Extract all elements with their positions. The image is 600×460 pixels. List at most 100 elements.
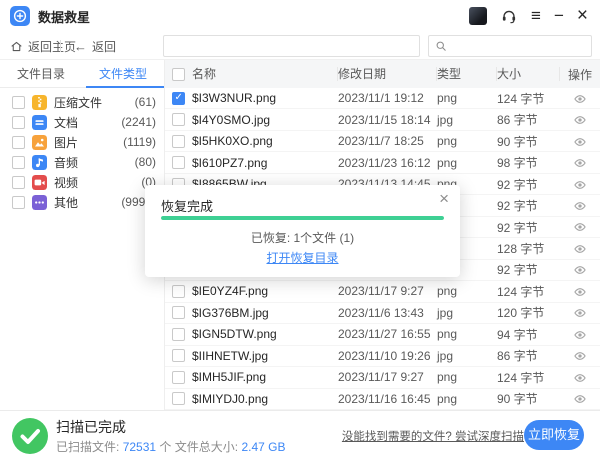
avatar[interactable] xyxy=(469,7,487,25)
preview-eye-icon[interactable] xyxy=(573,371,587,385)
category-checkbox[interactable] xyxy=(12,196,25,209)
table-row[interactable]: $IMH5JIF.png2023/11/17 9:27png124 字节 xyxy=(165,367,600,388)
category-checkbox[interactable] xyxy=(12,136,25,149)
home-button-label: 返回主页 xyxy=(28,38,76,55)
table-row[interactable]: $IG376BM.jpg2023/11/6 13:43jpg120 字节 xyxy=(165,303,600,324)
sidebar: 文件目录 文件类型 压缩文件(61)文档(2241)图片(1119)音频(80)… xyxy=(0,60,165,410)
sidebar-item[interactable]: 图片(1119) xyxy=(0,132,164,152)
preview-eye-icon[interactable] xyxy=(573,156,587,170)
video-icon xyxy=(32,175,47,190)
preview-eye-icon[interactable] xyxy=(573,92,587,106)
scan-summary: 已扫描文件: 72531 个 文件总大小: 2.47 GB xyxy=(56,438,285,455)
table-row[interactable]: $I610PZ7.png2023/11/23 16:12png98 字节 xyxy=(165,152,600,173)
header-date[interactable]: 修改日期 xyxy=(338,67,437,81)
preview-eye-icon[interactable] xyxy=(573,392,587,406)
category-checkbox[interactable] xyxy=(12,96,25,109)
category-checkbox[interactable] xyxy=(12,156,25,169)
row-checkbox[interactable] xyxy=(172,156,185,169)
home-button[interactable]: 返回主页 xyxy=(10,32,76,60)
row-checkbox[interactable] xyxy=(172,371,185,384)
recovery-progress-fill xyxy=(161,216,444,220)
row-checkbox[interactable] xyxy=(172,285,185,298)
dialog-close-icon[interactable]: × xyxy=(439,190,449,208)
file-date: 2023/11/17 9:27 xyxy=(338,284,437,298)
file-size: 120 字节 xyxy=(497,304,560,321)
preview-eye-icon[interactable] xyxy=(573,135,587,149)
preview-eye-icon[interactable] xyxy=(573,178,587,192)
select-all-checkbox[interactable] xyxy=(172,68,185,81)
preview-eye-icon[interactable] xyxy=(573,113,587,127)
row-checkbox[interactable] xyxy=(172,113,185,126)
category-checkbox[interactable] xyxy=(12,176,25,189)
headset-icon[interactable] xyxy=(500,7,518,25)
preview-eye-icon[interactable] xyxy=(573,328,587,342)
table-row[interactable]: $IMIYDJ0.png2023/11/16 16:45png90 字节 xyxy=(165,389,600,410)
sidebar-item[interactable]: 压缩文件(61) xyxy=(0,92,164,112)
preview-eye-icon[interactable] xyxy=(573,242,587,256)
back-button[interactable]: ← 返回 xyxy=(74,32,116,60)
close-icon[interactable]: × xyxy=(577,7,588,25)
table-row[interactable]: $IE0YZ4F.png2023/11/17 9:27png124 字节 xyxy=(165,281,600,302)
row-checkbox[interactable] xyxy=(172,135,185,148)
file-date: 2023/11/7 18:25 xyxy=(338,134,437,148)
back-arrow-icon: ← xyxy=(74,39,87,54)
header-size[interactable]: 大小 xyxy=(497,67,560,81)
file-size: 124 字节 xyxy=(497,283,560,300)
file-type: jpg xyxy=(437,306,497,320)
file-name: $IG376BM.jpg xyxy=(192,306,338,320)
category-count: (2241) xyxy=(121,115,156,129)
more-icon xyxy=(32,195,47,210)
path-input[interactable] xyxy=(163,35,420,57)
file-name: $IGN5DTW.png xyxy=(192,327,338,341)
tab-file-directory[interactable]: 文件目录 xyxy=(0,60,82,87)
file-date: 2023/11/16 16:45 xyxy=(338,392,437,406)
row-checkbox[interactable] xyxy=(172,349,185,362)
row-checkbox[interactable] xyxy=(172,306,185,319)
recover-now-button[interactable]: 立即恢复 xyxy=(524,420,584,450)
preview-eye-icon[interactable] xyxy=(573,306,587,320)
recovery-complete-dialog: 恢复完成 × 已恢复: 1个文件 (1) 打开恢复目录 xyxy=(145,185,460,277)
file-size: 86 字节 xyxy=(497,111,560,128)
table-row[interactable]: $I4Y0SMO.jpg2023/11/15 18:14jpg86 字节 xyxy=(165,109,600,130)
sidebar-item[interactable]: 其他(9999) xyxy=(0,192,164,212)
sidebar-item[interactable]: 文档(2241) xyxy=(0,112,164,132)
preview-eye-icon[interactable] xyxy=(573,199,587,213)
table-row[interactable]: $I5HK0XO.png2023/11/7 18:25png90 字节 xyxy=(165,131,600,152)
file-size: 94 字节 xyxy=(497,326,560,343)
header-type[interactable]: 类型 xyxy=(437,67,497,81)
header-name[interactable]: 名称 xyxy=(192,67,338,81)
file-size: 92 字节 xyxy=(497,219,560,236)
row-checkbox[interactable] xyxy=(172,92,185,105)
table-row[interactable]: $IGN5DTW.png2023/11/27 16:55png94 字节 xyxy=(165,324,600,345)
deep-scan-link[interactable]: 没能找到需要的文件? 尝试深度扫描 xyxy=(342,428,524,444)
file-size: 128 字节 xyxy=(497,240,560,257)
row-checkbox[interactable] xyxy=(172,328,185,341)
open-recovery-folder-link[interactable]: 打开恢复目录 xyxy=(145,249,460,266)
file-date: 2023/11/17 9:27 xyxy=(338,370,437,384)
menu-icon[interactable]: ≡ xyxy=(531,7,541,25)
category-checkbox[interactable] xyxy=(12,116,25,129)
row-checkbox[interactable] xyxy=(172,392,185,405)
app-title: 数据救星 xyxy=(38,7,90,26)
file-type: png xyxy=(437,156,497,170)
file-type: png xyxy=(437,134,497,148)
sidebar-item[interactable]: 视频(0) xyxy=(0,172,164,192)
file-date: 2023/11/10 19:26 xyxy=(338,349,437,363)
file-size: 92 字节 xyxy=(497,197,560,214)
preview-eye-icon[interactable] xyxy=(573,349,587,363)
sidebar-item[interactable]: 音频(80) xyxy=(0,152,164,172)
table-row[interactable]: $IIHNETW.jpg2023/11/10 19:26jpg86 字节 xyxy=(165,346,600,367)
file-name: $I4Y0SMO.jpg xyxy=(192,113,338,127)
search-input[interactable] xyxy=(452,39,585,53)
file-type-list: 压缩文件(61)文档(2241)图片(1119)音频(80)视频(0)其他(99… xyxy=(0,88,164,212)
file-date: 2023/11/27 16:55 xyxy=(338,327,437,341)
table-row[interactable]: $I3W3NUR.png2023/11/1 19:12png124 字节 xyxy=(165,88,600,109)
minimize-icon[interactable]: − xyxy=(554,7,564,25)
preview-eye-icon[interactable] xyxy=(573,285,587,299)
category-count: (1119) xyxy=(123,135,156,149)
tab-file-type[interactable]: 文件类型 xyxy=(82,60,164,87)
preview-eye-icon[interactable] xyxy=(573,220,587,234)
file-type: png xyxy=(437,392,497,406)
preview-eye-icon[interactable] xyxy=(573,263,587,277)
scanned-files-label: 已扫描文件: xyxy=(56,440,119,454)
